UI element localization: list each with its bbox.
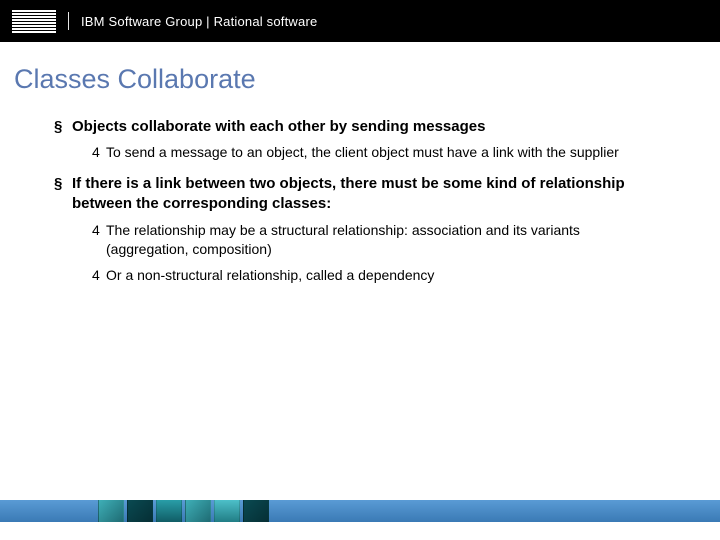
ibm-logo — [12, 10, 56, 33]
slide-footer — [0, 500, 720, 534]
footer-decoration — [98, 500, 269, 522]
slide-title: Classes Collaborate — [14, 64, 706, 95]
list-item: The relationship may be a structural rel… — [92, 221, 676, 259]
header-separator — [68, 12, 69, 30]
slide-body: Classes Collaborate Objects collaborate … — [0, 42, 720, 540]
decoration-tile — [214, 500, 240, 522]
list-item: To send a message to an object, the clie… — [92, 143, 676, 162]
list-item: Or a non-structural relationship, called… — [92, 266, 676, 285]
bullet-list: Objects collaborate with each other by s… — [14, 117, 706, 285]
bullet-text: The relationship may be a structural rel… — [106, 222, 580, 257]
bullet-text: Or a non-structural relationship, called… — [106, 267, 434, 283]
bullet-text: Objects collaborate with each other by s… — [72, 118, 485, 135]
decoration-tile — [156, 500, 182, 522]
list-item: If there is a link between two objects, … — [54, 174, 706, 285]
bullet-sublist: The relationship may be a structural rel… — [72, 221, 676, 286]
bullet-text: To send a message to an object, the clie… — [106, 144, 619, 160]
decoration-tile — [243, 500, 269, 522]
header-text: IBM Software Group | Rational software — [81, 14, 317, 29]
decoration-tile — [185, 500, 211, 522]
list-item: Objects collaborate with each other by s… — [54, 117, 706, 162]
bullet-sublist: To send a message to an object, the clie… — [72, 143, 676, 162]
bullet-text: If there is a link between two objects, … — [72, 175, 625, 212]
footer-band — [0, 500, 720, 522]
slide: IBM Software Group | Rational software C… — [0, 0, 720, 540]
decoration-tile — [98, 500, 124, 522]
slide-header: IBM Software Group | Rational software — [0, 0, 720, 42]
footer-cap — [0, 522, 720, 528]
decoration-tile — [127, 500, 153, 522]
